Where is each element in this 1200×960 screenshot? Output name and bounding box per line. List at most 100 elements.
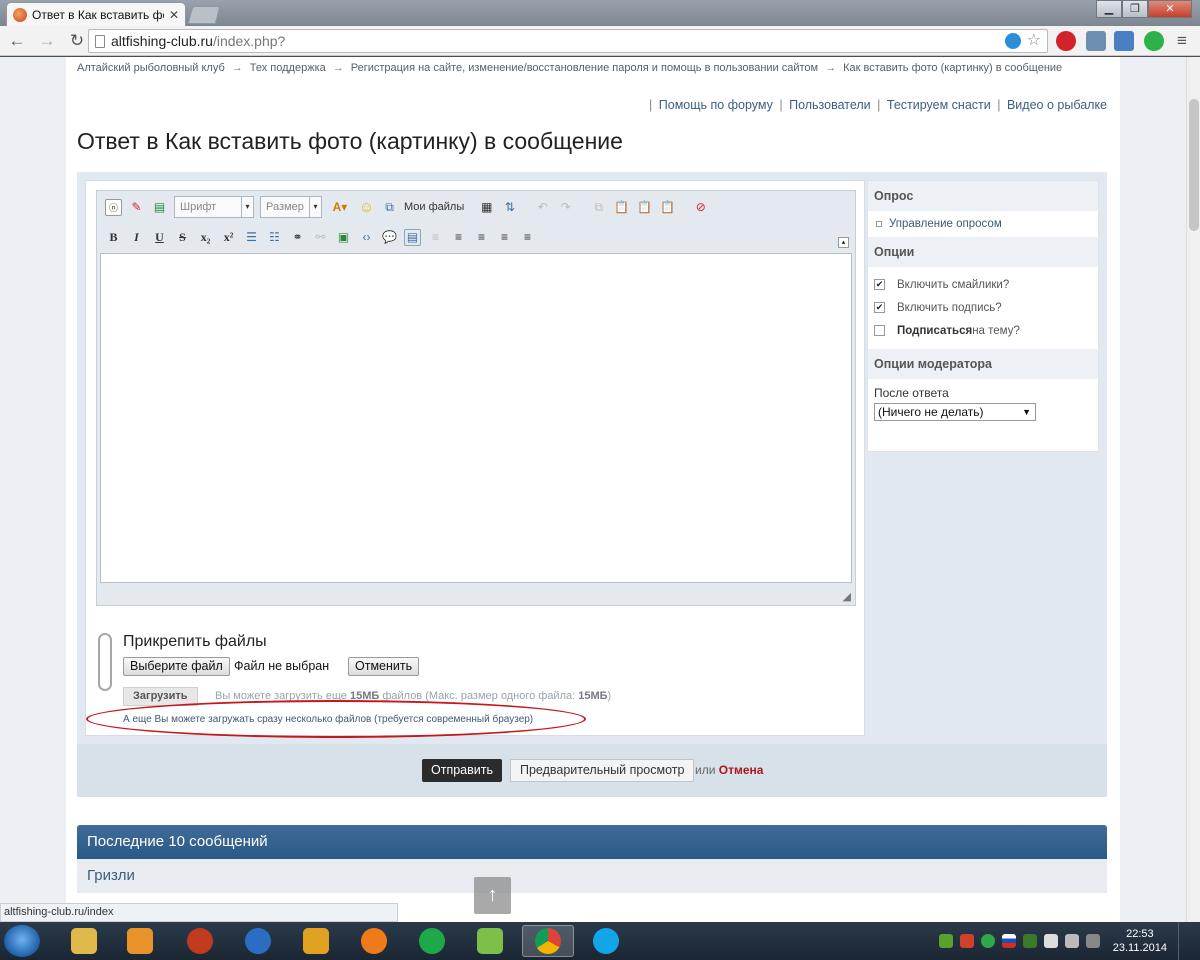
source-mode-icon[interactable]: ⓝ <box>105 198 122 216</box>
outdent-icon[interactable]: ≡ <box>427 229 444 246</box>
strike-button[interactable]: S <box>174 229 191 246</box>
indent-icon[interactable]: ≡ <box>450 229 467 246</box>
page-scrollbar[interactable] <box>1186 57 1200 922</box>
breadcrumb-link-topic[interactable]: Как вставить фото (картинку) в сообщение <box>843 62 1062 74</box>
translate-extension-icon[interactable] <box>1086 31 1106 51</box>
bullet-list-icon[interactable]: ☰ <box>243 229 260 246</box>
checkbox-checked-icon[interactable]: ✔ <box>874 279 885 290</box>
tray-volume-icon[interactable] <box>1064 934 1079 948</box>
breadcrumb-link-registration[interactable]: Регистрация на сайте, изменение/восстано… <box>351 62 818 74</box>
taskbar-media-player[interactable] <box>114 925 166 957</box>
recent-post-author[interactable]: Гризли <box>77 859 1107 893</box>
bold-button[interactable]: B <box>105 229 122 246</box>
scroll-to-top-arrow-icon[interactable]: ↑ <box>474 877 511 914</box>
after-reply-select[interactable]: (Ничего не делать) ▼ <box>874 403 1036 421</box>
green-extension-icon[interactable] <box>1144 31 1164 51</box>
address-url[interactable]: altfishing-club.ru/index.php? <box>111 33 285 49</box>
menu-icon[interactable]: ≡ <box>1172 31 1192 51</box>
google-translate-icon[interactable] <box>1114 31 1134 51</box>
tray-network-icon[interactable] <box>938 934 953 948</box>
superscript-button[interactable]: x² <box>220 229 237 246</box>
remove-format-icon[interactable]: ⊘ <box>692 199 709 216</box>
new-tab-button[interactable] <box>187 6 221 24</box>
address-bar[interactable]: altfishing-club.ru/index.php? ☆ <box>88 29 1048 53</box>
bookmark-star-icon[interactable]: ☆ <box>1027 33 1041 49</box>
font-select[interactable]: Шрифт ▾ <box>174 196 254 218</box>
manage-poll-link[interactable]: Управление опросом <box>868 211 1098 237</box>
media-icon[interactable]: ▤ <box>404 228 421 246</box>
image-icon[interactable]: ▣ <box>335 229 352 246</box>
browser-tab[interactable]: Ответ в Как вставить фот ✕ <box>6 2 186 26</box>
scrollbar-thumb[interactable] <box>1189 99 1199 231</box>
checkbox-checked-icon[interactable]: ✔ <box>874 302 885 313</box>
breadcrumb-link-support[interactable]: Тех поддержка <box>250 62 326 74</box>
align-left-icon[interactable]: ≡ <box>473 229 490 246</box>
reload-icon[interactable]: ↻ <box>66 31 88 51</box>
align-center-icon[interactable]: ≡ <box>496 229 513 246</box>
underline-button[interactable]: U <box>151 229 168 246</box>
start-button[interactable] <box>4 925 40 957</box>
preview-button[interactable]: Предварительный просмотр <box>510 759 695 782</box>
window-close-button[interactable]: ✕ <box>1148 0 1192 18</box>
collapse-toolbar-icon[interactable]: ▴ <box>838 237 849 248</box>
option-subscribe[interactable]: Подписаться на тему? <box>868 319 1098 342</box>
eraser-icon[interactable]: ✎ <box>128 199 145 216</box>
send-button[interactable]: Отправить <box>422 759 502 782</box>
paste-text-icon[interactable]: 📋 <box>636 199 653 216</box>
undo-icon[interactable]: ↶ <box>534 199 551 216</box>
taskbar-google-earth[interactable] <box>232 925 284 957</box>
tray-arrow-icon[interactable] <box>959 934 974 948</box>
tray-sync-icon[interactable] <box>980 934 995 948</box>
show-desktop-button[interactable] <box>1178 922 1190 960</box>
extension-blue-icon[interactable] <box>1004 33 1021 49</box>
link-fishing-video[interactable]: Видео о рыбалке <box>1007 98 1107 112</box>
cancel-link[interactable]: Отмена <box>719 763 764 777</box>
option-smilies[interactable]: ✔ Включить смайлики? <box>868 273 1098 296</box>
paste-icon[interactable]: 📋 <box>613 199 630 216</box>
checkbox-unchecked-icon[interactable] <box>874 325 885 336</box>
my-files-button[interactable]: Мои файлы <box>404 201 464 213</box>
text-color-icon[interactable]: A▾ <box>328 199 352 216</box>
resize-grip-icon[interactable]: ◢ <box>843 590 851 603</box>
taskbar-mail-agent[interactable] <box>406 925 458 957</box>
taskbar-z-app[interactable] <box>290 925 342 957</box>
redo-icon[interactable]: ↷ <box>557 199 574 216</box>
code-icon[interactable]: ‹› <box>358 229 375 246</box>
message-textarea[interactable] <box>100 253 852 583</box>
link-icon[interactable]: ⚭ <box>289 229 306 246</box>
tab-close-icon[interactable]: ✕ <box>169 8 179 22</box>
my-files-icon[interactable]: ⧉ <box>381 199 398 216</box>
option-signature[interactable]: ✔ Включить подпись? <box>868 296 1098 319</box>
insert-table-icon[interactable]: ▦ <box>478 199 495 216</box>
choose-file-button[interactable]: Выберите файл <box>123 657 230 676</box>
tray-language-flag-icon[interactable] <box>1001 934 1016 948</box>
italic-button[interactable]: I <box>128 229 145 246</box>
copy-icon[interactable]: ⧉ <box>590 199 607 216</box>
tray-nvidia-icon[interactable] <box>1022 934 1037 948</box>
cancel-file-button[interactable]: Отменить <box>348 657 420 676</box>
toggle-editor-icon[interactable]: ▤ <box>151 199 168 216</box>
link-users[interactable]: Пользователи <box>789 98 871 112</box>
taskbar-filezilla[interactable] <box>174 925 226 957</box>
taskbar-chrome[interactable] <box>522 925 574 957</box>
tray-flag-icon[interactable] <box>1043 934 1058 948</box>
quote-icon[interactable]: 💬 <box>381 229 398 246</box>
align-right-icon[interactable]: ≡ <box>519 229 536 246</box>
link-test-tackle[interactable]: Тестируем снасти <box>887 98 991 112</box>
adblock-icon[interactable] <box>1056 31 1076 51</box>
taskbar-folder-app[interactable] <box>464 925 516 957</box>
minimize-button[interactable]: ▁ <box>1096 0 1122 18</box>
smiley-icon[interactable]: ☺ <box>358 199 375 216</box>
numbered-list-icon[interactable]: ☷ <box>266 229 283 246</box>
taskbar-explorer[interactable] <box>58 925 110 957</box>
subscript-button[interactable]: x₂ <box>197 229 214 246</box>
size-select[interactable]: Размер ▾ <box>260 196 322 218</box>
taskbar-avast[interactable] <box>348 925 400 957</box>
paste-word-icon[interactable]: 📋 <box>659 199 676 216</box>
maximize-button[interactable]: ❐ <box>1122 0 1148 18</box>
unlink-icon[interactable]: ⚯ <box>312 229 329 246</box>
forward-arrow-icon[interactable]: → <box>36 31 58 51</box>
taskbar-clock[interactable]: 22:53 23.11.2014 <box>1113 927 1167 955</box>
link-forum-help[interactable]: Помощь по форуму <box>659 98 773 112</box>
taskbar-skype[interactable] <box>580 925 632 957</box>
